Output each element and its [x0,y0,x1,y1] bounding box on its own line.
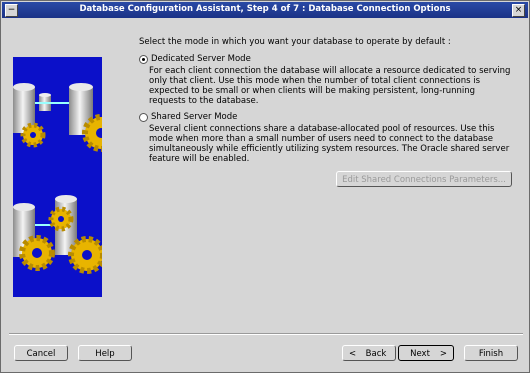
database-gears-illustration [13,83,102,274]
window-title: Database Configuration Assistant, Step 4… [79,4,451,14]
next-label: Next [410,349,430,359]
back-label: Back [365,349,387,359]
back-button[interactable]: < Back [342,345,396,361]
radio-unselected-icon[interactable] [139,112,148,122]
dedicated-server-radio[interactable]: Dedicated Server Mode [139,54,251,64]
title-bar[interactable]: − Database Configuration Assistant, Step… [2,2,528,18]
edit-shared-connections-button[interactable]: Edit Shared Connections Parameters... [336,171,512,187]
mode-prompt: Select the mode in which you want your d… [139,37,451,47]
wizard-illustration [13,57,102,297]
shared-server-radio[interactable]: Shared Server Mode [139,112,237,122]
radio-selected-icon[interactable] [139,54,148,64]
footer-divider [9,333,523,335]
finish-button[interactable]: Finish [464,345,518,361]
dialog-window: − Database Configuration Assistant, Step… [0,0,530,373]
cancel-button[interactable]: Cancel [14,345,68,361]
next-arrow-icon: > [439,349,447,359]
help-button[interactable]: Help [78,345,132,361]
next-button[interactable]: Next > [398,345,454,361]
dedicated-server-description: For each client connection the database … [149,66,511,106]
dedicated-server-label: Dedicated Server Mode [151,54,251,64]
shared-server-label: Shared Server Mode [151,112,238,122]
close-icon[interactable]: × [512,4,525,17]
shared-server-description: Several client connections share a datab… [149,124,510,164]
back-arrow-icon: < [349,349,357,359]
